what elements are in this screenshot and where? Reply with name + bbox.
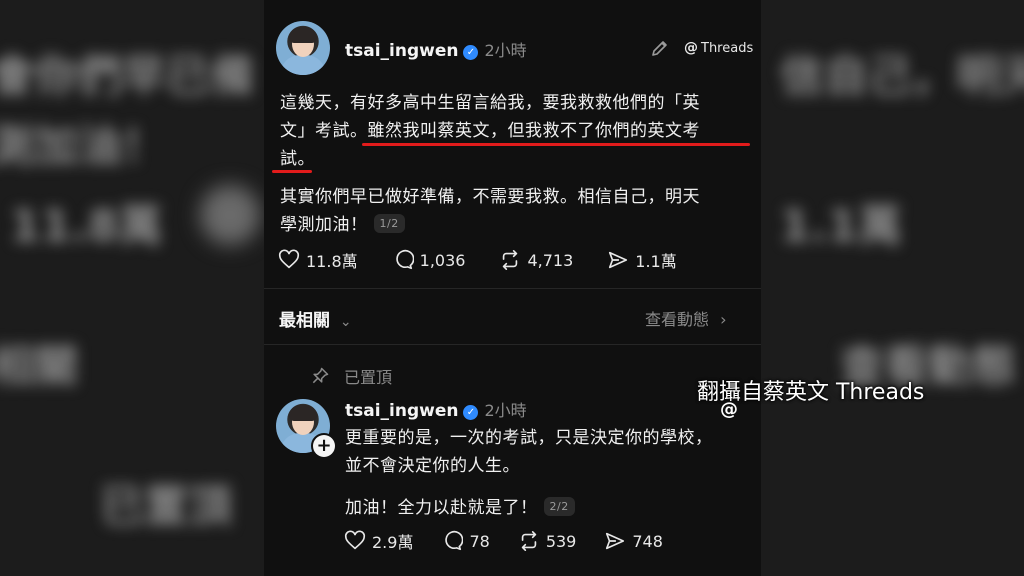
view-activity-link[interactable]: 查看動態 › bbox=[645, 306, 727, 330]
send-icon bbox=[606, 532, 625, 550]
post-line: 這幾天，有好多高中生留言給我，要我救救他們的「英 bbox=[280, 93, 700, 113]
chevron-down-icon: ⌄ bbox=[339, 314, 352, 330]
reply-time: 2小時 bbox=[484, 401, 527, 420]
red-underline-highlight bbox=[362, 143, 750, 146]
background-text: 會你們早已備 bbox=[0, 51, 254, 102]
share-count: 1.1萬 bbox=[635, 252, 677, 271]
background-text: 相關 bbox=[0, 341, 78, 392]
background-shape bbox=[200, 185, 260, 245]
plus-icon: + bbox=[313, 435, 335, 457]
repost-icon bbox=[503, 250, 518, 270]
reply-username[interactable]: tsai_ingwen bbox=[345, 401, 458, 421]
threads-logo-icon: @ bbox=[720, 399, 738, 420]
like-count: 2.9萬 bbox=[372, 533, 414, 552]
like-button[interactable]: 2.9萬 bbox=[344, 529, 413, 553]
avatar[interactable] bbox=[276, 21, 330, 75]
repost-icon bbox=[521, 531, 537, 551]
threads-app-label[interactable]: @ Threads bbox=[684, 40, 753, 56]
share-button[interactable]: 1.1萬 bbox=[607, 248, 677, 272]
reply-actions: 2.9萬 78 539 748 bbox=[344, 529, 697, 553]
chevron-right-icon: › bbox=[720, 310, 727, 329]
post-body: 這幾天，有好多高中生留言給我，要我救救他們的「英 文」考試。雖然我叫蔡英文，但我… bbox=[280, 89, 750, 239]
post-line: 文」考試。雖然我叫蔡英文，但我救不了你們的英文考 bbox=[280, 121, 700, 141]
reply-button[interactable]: 1,036 bbox=[392, 249, 466, 271]
pinned-label: 已置頂 bbox=[344, 368, 393, 387]
reply-header: tsai_ingwen ✓ 2小時 bbox=[345, 397, 527, 421]
divider bbox=[264, 344, 761, 345]
repost-count: 539 bbox=[545, 531, 577, 551]
threads-post-panel: tsai_ingwen ✓ 2小時 @ Threads 這幾天，有好多高中生留言給我… bbox=[264, 0, 761, 576]
background-text: 11.8萬 bbox=[10, 201, 163, 252]
view-activity-label: 查看動態 bbox=[645, 310, 710, 329]
edit-pencil-icon[interactable] bbox=[650, 38, 670, 58]
reply-line: 更重要的是，一次的考試，只是決定你的學校， bbox=[345, 428, 713, 448]
pager-badge: 1/2 bbox=[373, 214, 405, 233]
sort-label: 最相關 bbox=[279, 311, 330, 331]
background-text: 測加油！ bbox=[0, 121, 166, 172]
background-text: 已置頂 bbox=[100, 481, 232, 532]
avatar-shirt bbox=[280, 55, 326, 75]
verified-badge-icon: ✓ bbox=[463, 405, 479, 420]
reply-body: 更重要的是，一次的考試，只是決定你的學校， 並不會決定你的人生。 加油！全力以赴… bbox=[345, 424, 745, 522]
like-button[interactable]: 11.8萬 bbox=[278, 248, 358, 272]
threads-logo-icon: @ bbox=[684, 40, 698, 56]
pin-icon bbox=[312, 367, 329, 384]
post-header: tsai_ingwen ✓ 2小時 bbox=[345, 37, 527, 61]
background-text: 信自己，明天 bbox=[780, 51, 1024, 102]
share-count: 748 bbox=[632, 531, 663, 551]
divider bbox=[264, 288, 761, 289]
avatar-hair bbox=[289, 27, 317, 43]
share-button[interactable]: 748 bbox=[604, 530, 663, 552]
red-underline-highlight bbox=[272, 170, 312, 173]
follow-plus-button[interactable]: + bbox=[311, 433, 337, 459]
threads-label-text: Threads bbox=[701, 40, 754, 56]
reply-line-text: 加油！全力以赴就是了！ bbox=[345, 498, 538, 518]
post-actions: 11.8萬 1,036 4,713 1.1萬 bbox=[278, 248, 711, 272]
comment-bubble-icon bbox=[445, 530, 464, 551]
heart-icon bbox=[344, 530, 366, 550]
reply-button[interactable]: 78 bbox=[441, 530, 490, 552]
reply-line-with-pager: 加油！全力以赴就是了！ 2/2 bbox=[345, 494, 745, 522]
repost-button[interactable]: 539 bbox=[518, 530, 577, 552]
like-count: 11.8萬 bbox=[306, 252, 358, 271]
post-line-with-pager: 學測加油！ 1/2 bbox=[280, 211, 750, 239]
verified-badge-icon: ✓ bbox=[463, 45, 479, 60]
reply-line: 並不會決定你的人生。 bbox=[345, 456, 520, 476]
post-line-text: 學測加油！ bbox=[280, 215, 368, 235]
pager-badge: 2/2 bbox=[543, 497, 575, 516]
background-text: 1.1萬 bbox=[780, 201, 902, 252]
sort-dropdown[interactable]: 最相關 ⌄ bbox=[279, 306, 352, 331]
comment-bubble-icon bbox=[395, 249, 414, 270]
post-line: 試。 bbox=[280, 149, 315, 169]
repost-count: 4,713 bbox=[527, 250, 574, 270]
username[interactable]: tsai_ingwen bbox=[345, 41, 458, 61]
heart-icon bbox=[278, 249, 300, 269]
send-icon bbox=[609, 251, 628, 269]
post-line: 其實你們早已做好準備，不需要我救。相信自己，明天 bbox=[280, 187, 700, 207]
reply-count: 1,036 bbox=[419, 250, 466, 270]
avatar-hair bbox=[289, 405, 317, 421]
repost-button[interactable]: 4,713 bbox=[499, 249, 573, 271]
post-time: 2小時 bbox=[484, 41, 527, 60]
reply-count: 78 bbox=[469, 531, 490, 551]
pinned-indicator: 已置頂 bbox=[310, 364, 392, 388]
